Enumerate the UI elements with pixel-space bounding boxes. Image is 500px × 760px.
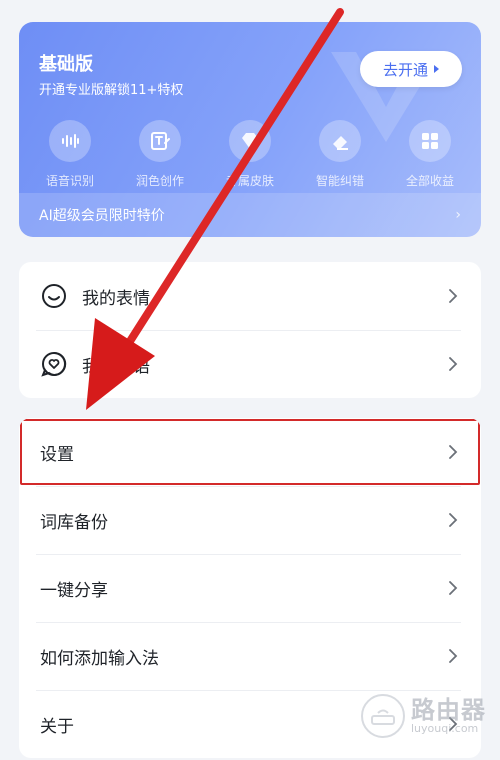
perk-skin[interactable]: 专属皮肤 (207, 120, 293, 189)
grid-apps-icon (409, 120, 451, 162)
menu-item-my-quotes[interactable]: 我的妙语 (19, 330, 481, 398)
menu-item-label: 词库备份 (40, 512, 108, 533)
vip-membership-card[interactable]: 基础版 开通专业版解锁11+特权 去开通 语音识别 润色创作 专属皮肤 智能纠错… (19, 22, 481, 237)
menu-item-label: 我的妙语 (82, 356, 150, 377)
heart-bubble-icon (40, 350, 68, 378)
diamond-skin-icon (229, 120, 271, 162)
perk-label: 语音识别 (45, 174, 94, 188)
smiley-icon (40, 282, 68, 310)
perk-label: 智能纠错 (315, 174, 364, 188)
chevron-right-icon (449, 581, 458, 595)
menu-item-my-stickers[interactable]: 我的表情 (19, 262, 481, 330)
site-watermark: 路由器 luyouqi.com (361, 694, 486, 738)
menu-item-label: 我的表情 (82, 288, 150, 309)
menu-item-dictionary-backup[interactable]: 词库备份 (19, 486, 481, 554)
perk-polish[interactable]: 润色创作 (117, 120, 203, 189)
watermark-url: luyouqi.com (411, 722, 479, 736)
chevron-right-icon (449, 289, 458, 303)
chevron-right-icon: › (455, 207, 461, 223)
perk-voice[interactable]: 语音识别 (27, 120, 113, 189)
menu-item-how-to-add[interactable]: 如何添加输入法 (19, 622, 481, 690)
text-edit-icon (139, 120, 181, 162)
menu-item-label: 设置 (40, 444, 74, 465)
play-triangle-icon (434, 65, 439, 73)
chevron-right-icon (449, 357, 458, 371)
open-pro-button[interactable]: 去开通 (360, 51, 462, 87)
chevron-right-icon (449, 513, 458, 527)
perk-correction[interactable]: 智能纠错 (297, 120, 383, 189)
menu-item-settings[interactable]: 设置 (19, 418, 481, 486)
perk-label: 全部收益 (405, 174, 454, 188)
perk-all[interactable]: 全部收益 (387, 120, 473, 189)
open-pro-button-label: 去开通 (382, 60, 428, 79)
menu-item-label: 一键分享 (40, 580, 108, 601)
menu-item-label: 如何添加输入法 (40, 648, 159, 669)
voice-wave-icon (49, 120, 91, 162)
menu-item-share[interactable]: 一键分享 (19, 554, 481, 622)
promo-banner[interactable]: AI超级会员限时特价 › (19, 193, 481, 237)
chevron-right-icon (449, 649, 458, 663)
vip-plan-subtitle: 开通专业版解锁11+特权 (39, 83, 184, 98)
perk-list: 语音识别 润色创作 专属皮肤 智能纠错 全部收益 (19, 120, 481, 189)
perk-label: 专属皮肤 (225, 174, 274, 188)
vip-plan-title: 基础版 (39, 54, 93, 75)
watermark-title: 路由器 (411, 695, 486, 724)
router-logo-icon (361, 694, 405, 738)
perk-label: 润色创作 (135, 174, 184, 188)
promo-text: AI超级会员限时特价 (39, 208, 165, 224)
chevron-right-icon (449, 445, 458, 459)
eraser-icon (319, 120, 361, 162)
menu-group-personal: 我的表情 我的妙语 (19, 262, 481, 398)
